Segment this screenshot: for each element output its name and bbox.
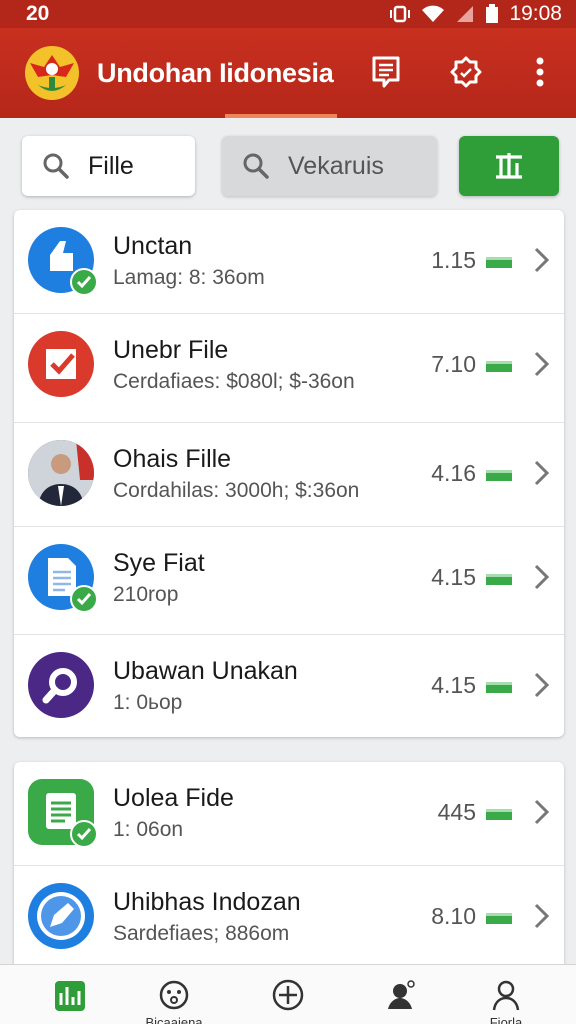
- add-circle-icon: [272, 979, 304, 1011]
- list-item[interactable]: Uhibhas Indozan Sardefiaes; 886om 8.10: [14, 865, 564, 967]
- person-photo-icon: [28, 440, 94, 506]
- item-subtitle: Cerdafiaes: $080l; $-36on: [113, 370, 355, 393]
- level-bar-icon: [486, 913, 512, 924]
- chevron-right-icon: [534, 564, 550, 590]
- list-item[interactable]: Sye Fiat 210rop 4.15: [14, 526, 564, 628]
- item-value: 7.10: [431, 351, 476, 377]
- status-time: 19:08: [509, 2, 562, 25]
- item-title: Uhibhas Indozan: [113, 888, 301, 916]
- chevron-right-icon: [534, 247, 550, 273]
- item-value: 4.15: [431, 564, 476, 590]
- item-title: Unebr File: [113, 336, 229, 364]
- level-bar-icon: [486, 361, 512, 372]
- checkbox-icon: [28, 331, 94, 397]
- list-item[interactable]: Ohais Fille Cordahilas: 3000h; $:36on 4.…: [14, 422, 564, 524]
- message-icon: [372, 56, 400, 88]
- level-bar-icon: [486, 682, 512, 693]
- bottom-nav: Bicaaiena Fiorla: [0, 964, 576, 1024]
- chart-icon: [55, 981, 85, 1011]
- item-subtitle: 1: 0ьop: [113, 691, 183, 714]
- item-title: Ubawan Unakan: [113, 657, 298, 685]
- search-icon: [42, 152, 70, 180]
- level-bar-icon: [486, 809, 512, 820]
- level-bar-icon: [486, 257, 512, 268]
- chevron-right-icon: [534, 903, 550, 929]
- chevron-right-icon: [534, 351, 550, 377]
- nav-item-face[interactable]: Bicaaiena: [134, 965, 214, 1024]
- item-subtitle: Lamag: 8: 36om: [113, 266, 265, 289]
- app-title: Undohan Iidonesia: [97, 58, 334, 88]
- nav-label: Bicaaiena: [145, 1015, 203, 1024]
- badge-icon: [450, 56, 482, 88]
- search-primary-text: Fille: [88, 151, 134, 180]
- chevron-right-icon: [534, 799, 550, 825]
- profile-icon: [492, 980, 520, 1011]
- more-vertical-icon: [536, 57, 544, 87]
- item-subtitle: 1: 06on: [113, 818, 184, 841]
- search-icon: [242, 152, 270, 180]
- tab-indicator: [225, 114, 337, 118]
- more-button[interactable]: [520, 52, 560, 92]
- app-bar: Undohan Iidonesia: [0, 28, 576, 118]
- item-value: 8.10: [431, 903, 476, 929]
- search-file-field[interactable]: Fille: [22, 136, 195, 196]
- chevron-right-icon: [534, 460, 550, 486]
- nav-item-add[interactable]: [248, 965, 328, 1024]
- pen-icon: [28, 883, 94, 949]
- list-item[interactable]: Unctan Lamag: 8: 36om 1.15: [14, 210, 564, 312]
- file-list-card: Unctan Lamag: 8: 36om 1.15 Unebr File Ce…: [14, 210, 564, 737]
- check-badge-icon: [70, 820, 98, 848]
- item-value: 4.15: [431, 672, 476, 698]
- user-badge-icon: [388, 980, 415, 1009]
- file-list-card: Uolea Fide 1: 06on 445 Uhibhas Indozan S…: [14, 762, 564, 964]
- nav-item-profile[interactable]: Fiorla: [466, 965, 546, 1024]
- item-title: Sye Fiat: [113, 549, 205, 577]
- magnifier-icon: [28, 652, 94, 718]
- level-bar-icon: [486, 470, 512, 481]
- chevron-right-icon: [534, 672, 550, 698]
- nav-label: Fiorla: [489, 1015, 523, 1024]
- status-left-number: 20: [26, 2, 50, 25]
- message-button[interactable]: [366, 52, 406, 92]
- check-badge-icon: [70, 585, 98, 613]
- status-bar: 20 19:08: [0, 0, 576, 28]
- wifi-icon: [421, 4, 445, 24]
- nav-item-user-badge[interactable]: [360, 965, 440, 1024]
- list-item[interactable]: Unebr File Cerdafiaes: $080l; $-36on 7.1…: [14, 313, 564, 415]
- battery-icon: [485, 4, 499, 24]
- item-value: 4.16: [431, 460, 476, 486]
- item-title: Uolea Fide: [113, 784, 234, 812]
- vibrate-icon: [389, 4, 411, 24]
- item-subtitle: Cordahilas: 3000h; $:36on: [113, 479, 360, 502]
- search-secondary-field[interactable]: Vekaruis: [222, 136, 437, 196]
- search-secondary-text: Vekaruis: [288, 151, 384, 180]
- list-item[interactable]: Uolea Fide 1: 06on 445: [14, 762, 564, 864]
- item-value: 1.15: [431, 247, 476, 273]
- item-subtitle: Sardefiaes; 886om: [113, 922, 290, 945]
- garuda-logo-icon: [24, 45, 80, 101]
- item-subtitle: 210rop: [113, 583, 179, 606]
- level-bar-icon: [486, 574, 512, 585]
- check-badge-icon: [70, 268, 98, 296]
- item-value: 445: [437, 799, 476, 825]
- grid-view-icon: [496, 153, 522, 179]
- item-title: Unctan: [113, 232, 193, 260]
- list-item[interactable]: Ubawan Unakan 1: 0ьop 4.15: [14, 634, 564, 736]
- item-title: Ohais Fille: [113, 445, 232, 473]
- view-toggle-button[interactable]: [459, 136, 559, 196]
- face-icon: [159, 980, 189, 1010]
- badge-button[interactable]: [446, 52, 486, 92]
- signal-icon: [455, 4, 475, 24]
- nav-item-chart[interactable]: [30, 965, 110, 1024]
